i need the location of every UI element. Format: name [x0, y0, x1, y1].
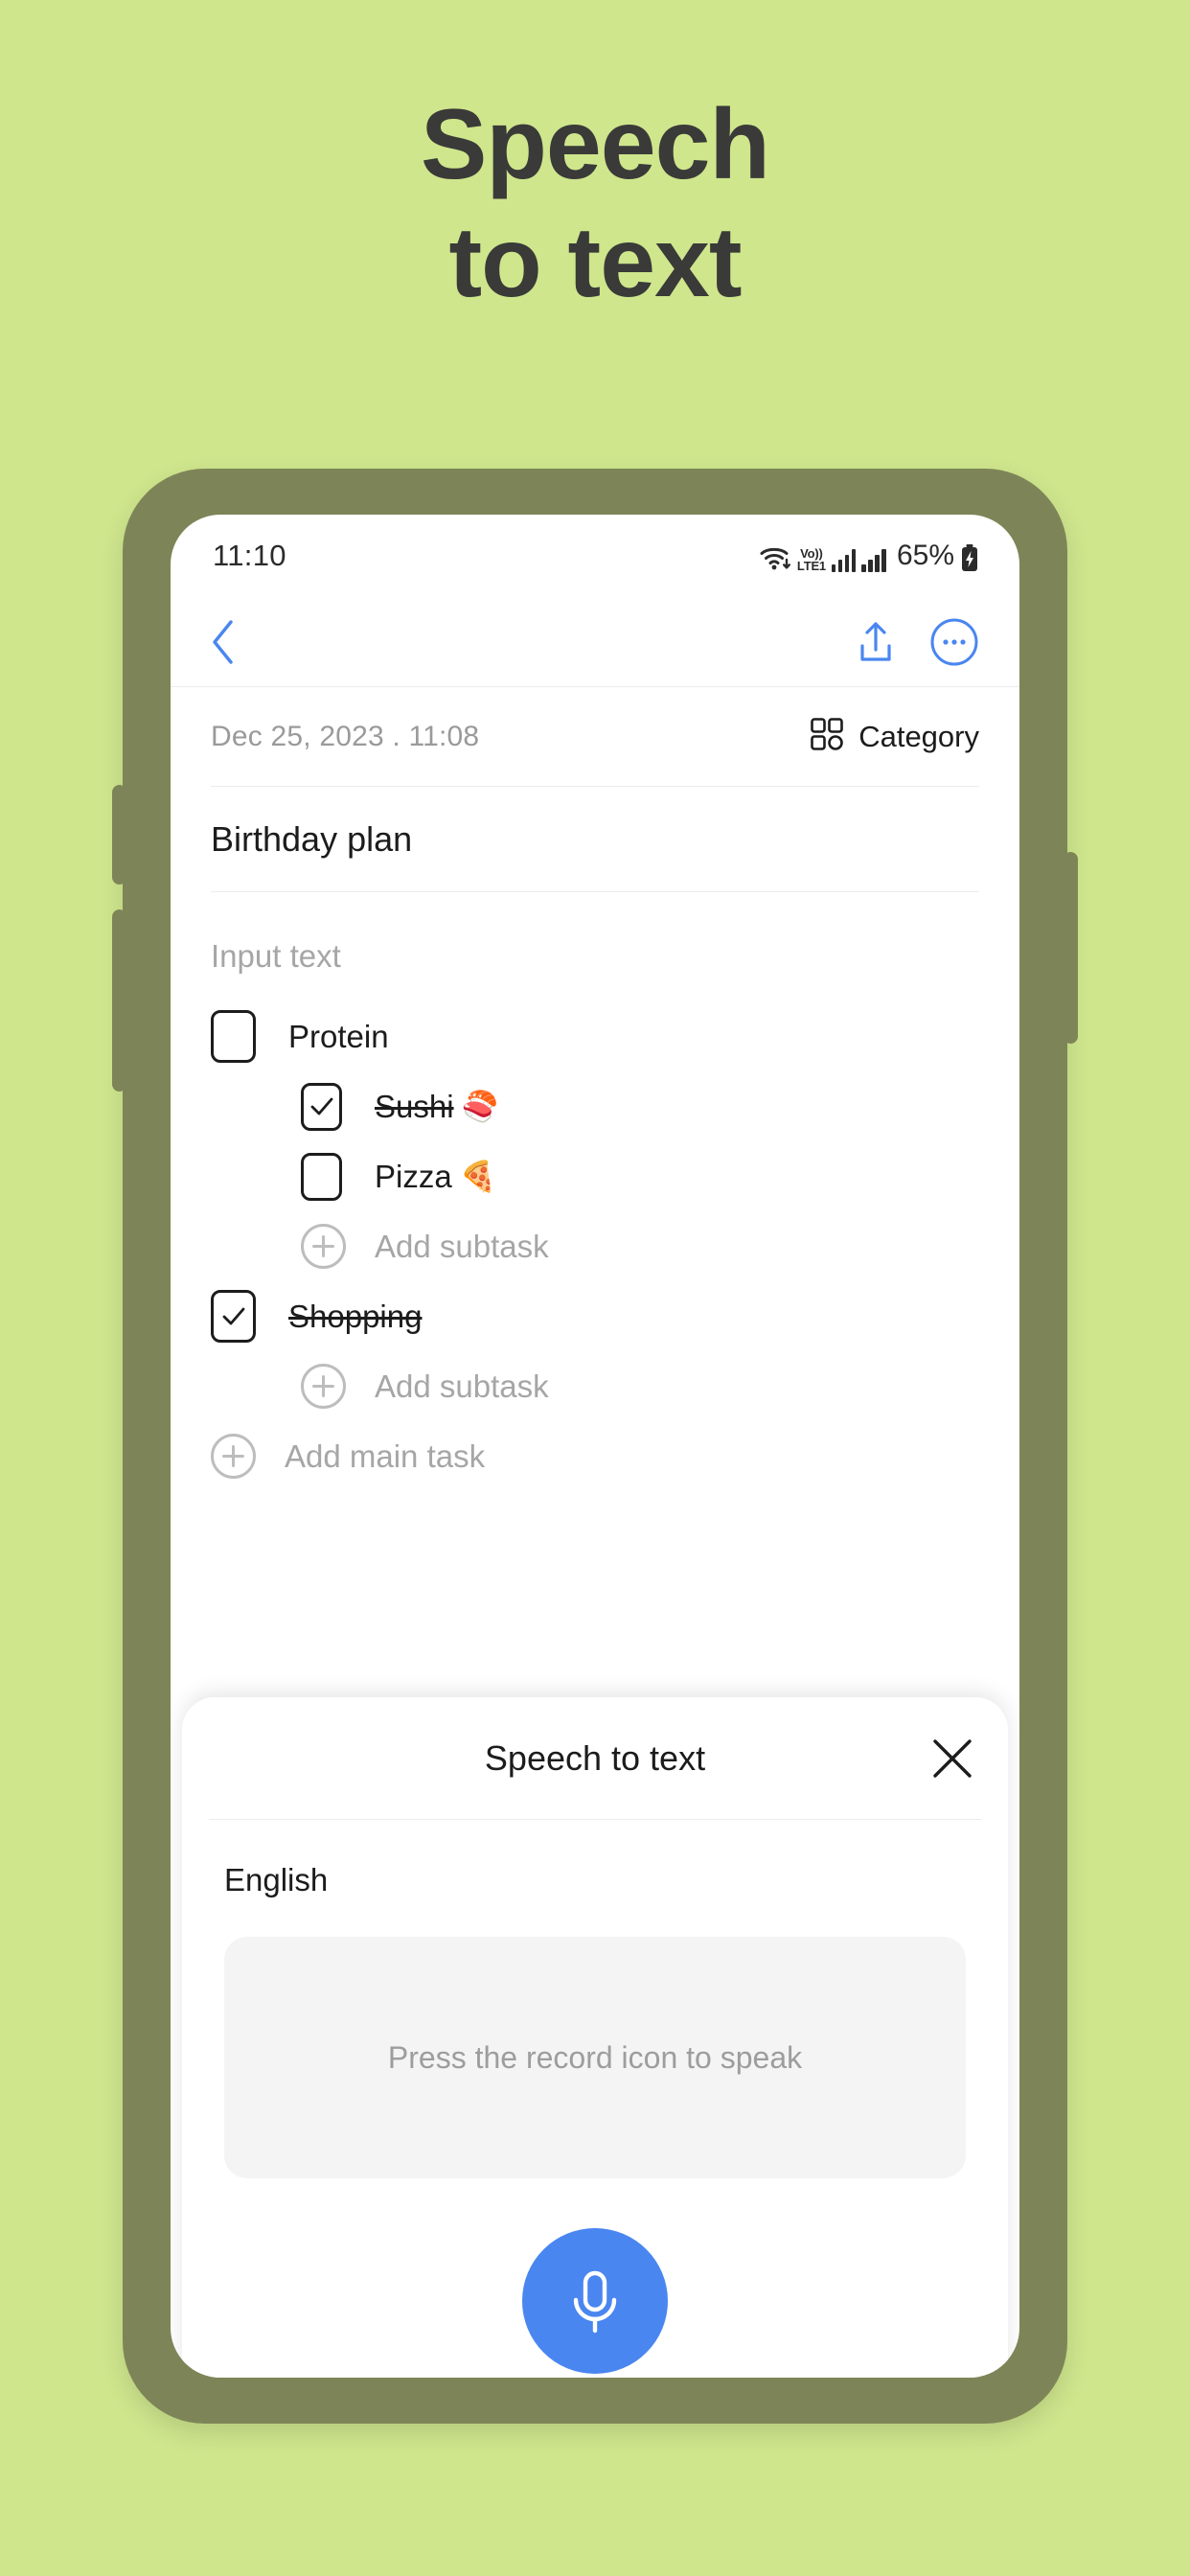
phone-side-button-power[interactable]: [1064, 852, 1078, 1044]
plus-icon: [211, 1434, 256, 1479]
battery-percent-label: 65%: [896, 540, 954, 571]
phone-side-button-volume-up[interactable]: [112, 785, 126, 885]
task-row[interactable]: Sushi 🍣: [211, 1071, 979, 1141]
plus-icon: [301, 1364, 346, 1409]
status-bar-time: 11:10: [213, 539, 286, 572]
check-icon: [310, 1097, 332, 1115]
task-checkbox-shopping[interactable]: [211, 1290, 256, 1343]
volte-bottom-label: LTE1: [796, 558, 826, 573]
subtask-label: Pizza: [375, 1158, 452, 1194]
task-label: Shopping: [288, 1298, 423, 1334]
subtask-emoji: 🍣: [461, 1090, 499, 1123]
category-button[interactable]: Category: [811, 718, 979, 755]
note-date: Dec 25, 2023 . 11:08: [211, 720, 480, 752]
subtask-checkbox-sushi[interactable]: [301, 1082, 342, 1131]
task-label: Protein: [288, 1018, 389, 1054]
check-icon: [222, 1307, 244, 1324]
hero-line-1: Speech: [421, 89, 770, 200]
subtask-checkbox-pizza[interactable]: [301, 1152, 342, 1201]
speech-language-selector[interactable]: English: [182, 1820, 1008, 1898]
subtask-label: Sushi: [375, 1088, 454, 1124]
signal-bars-icon-sim1: [831, 549, 857, 572]
back-button[interactable]: [209, 618, 238, 666]
category-grid-icon: [811, 718, 844, 755]
speech-sheet-header: Speech to text: [209, 1697, 981, 1820]
speech-transcript-box[interactable]: Press the record icon to speak: [224, 1937, 966, 2178]
speech-sheet-title: Speech to text: [484, 1737, 706, 1778]
note-title[interactable]: Birthday plan: [211, 787, 979, 892]
note-body-placeholder[interactable]: Input text: [211, 892, 979, 988]
speech-record-hint: Press the record icon to speak: [387, 2039, 803, 2075]
phone-side-button-volume-down[interactable]: [112, 909, 126, 1092]
add-subtask-button[interactable]: Add subtask: [211, 1211, 979, 1281]
app-bar: [171, 597, 1019, 687]
note-meta-row: Dec 25, 2023 . 11:08 Category: [211, 687, 979, 787]
status-bar: 11:10 Vo)) LTE1 65%: [171, 515, 1019, 597]
hero-line-2: to text: [448, 206, 743, 318]
subtask-emoji: 🍕: [459, 1160, 497, 1193]
task-row[interactable]: Pizza 🍕: [211, 1141, 979, 1211]
note-content: Dec 25, 2023 . 11:08 Category Birthday p…: [171, 687, 1019, 1491]
phone-screen: 11:10 Vo)) LTE1 65% Dec 25, 2023 . 11:08…: [171, 515, 1019, 2378]
microphone-record-button[interactable]: [522, 2228, 668, 2374]
add-main-task-button[interactable]: Add main task: [211, 1421, 979, 1491]
hero-heading: Speech to text: [0, 86, 1190, 321]
speech-to-text-sheet: Speech to text English Press the record …: [182, 1697, 1008, 2378]
signal-bars-icon-sim2: [861, 549, 886, 572]
task-list: Protein Sushi 🍣 Pizza 🍕 Add subtask Shop…: [211, 988, 979, 1491]
wifi-icon: [759, 543, 791, 572]
app-bar-actions: [855, 617, 979, 667]
record-button-row: [182, 2228, 1008, 2374]
add-subtask-button[interactable]: Add subtask: [211, 1351, 979, 1421]
task-row[interactable]: Shopping: [211, 1281, 979, 1351]
add-subtask-label: Add subtask: [375, 1368, 549, 1404]
microphone-icon: [573, 2270, 617, 2334]
plus-icon: [301, 1224, 346, 1269]
add-main-task-label: Add main task: [285, 1438, 486, 1474]
battery-charging-icon: [960, 543, 979, 572]
status-bar-indicators: Vo)) LTE1 65%: [759, 540, 979, 572]
category-label: Category: [858, 719, 979, 753]
task-row[interactable]: Protein: [211, 1001, 979, 1071]
task-checkbox-protein[interactable]: [211, 1010, 256, 1063]
close-icon[interactable]: [927, 1734, 977, 1783]
phone-frame: 11:10 Vo)) LTE1 65% Dec 25, 2023 . 11:08…: [112, 469, 1078, 2424]
share-upload-icon[interactable]: [855, 620, 897, 664]
add-subtask-label: Add subtask: [375, 1228, 549, 1264]
more-options-icon[interactable]: [929, 617, 979, 667]
volte-indicator: Vo)) LTE1: [796, 546, 826, 573]
